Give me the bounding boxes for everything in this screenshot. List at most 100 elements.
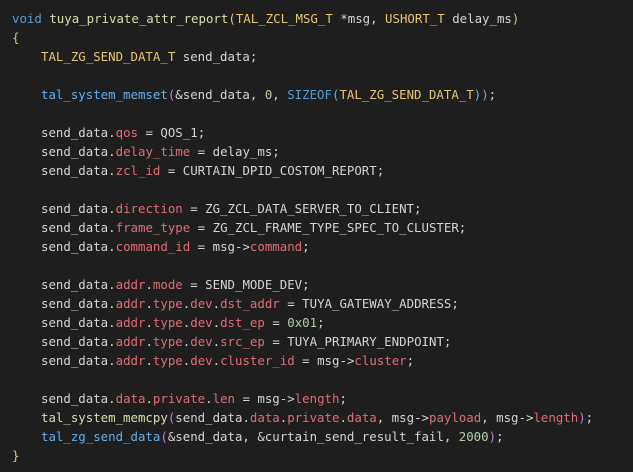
code-token: -> [279, 391, 295, 406]
code-token: delay_time [115, 144, 191, 159]
code-token: zcl_id [115, 163, 161, 178]
code-token: src_ep [220, 334, 265, 349]
code-token: ; [585, 410, 594, 425]
code-token: len [212, 391, 235, 406]
code-line: send_data.addr.type.dev.dst_addr = TUYA_… [12, 294, 633, 313]
code-token: . [108, 334, 116, 349]
code-token: . [108, 239, 116, 254]
code-token: . [108, 220, 116, 235]
code-token: . [108, 315, 116, 330]
code-token: . [145, 334, 153, 349]
code-token: type [152, 353, 183, 368]
code-token: mode [152, 277, 183, 292]
code-token: type [152, 296, 183, 311]
code-token: direction [115, 201, 183, 216]
code-token: . [108, 163, 116, 178]
code-token: ; [339, 391, 347, 406]
code-token: { [12, 30, 20, 45]
code-token: ; [317, 315, 325, 330]
code-token: = [138, 125, 161, 140]
code-token: tuya_private_attr_report [49, 11, 229, 26]
code-token: = [182, 277, 206, 292]
code-token: -> [518, 410, 534, 425]
code-token: &send_data, [175, 87, 265, 102]
code-token: ( [160, 429, 168, 444]
code-token: TAL_ZG_SEND_DATA_T [41, 49, 176, 64]
code-token: 2000 [458, 429, 489, 444]
code-token: send_data [41, 239, 109, 254]
code-token: payload [428, 410, 482, 425]
code-line: { [12, 28, 633, 47]
code-token: tal_system_memset [41, 87, 168, 102]
code-token: data [249, 410, 280, 425]
code-token: , [272, 87, 288, 102]
code-token: addr [115, 353, 146, 368]
code-token: send_data [41, 163, 109, 178]
code-editor[interactable]: void tuya_private_attr_report(TAL_ZCL_MS… [0, 0, 633, 472]
code-token: ) [511, 11, 520, 26]
code-token: = [190, 220, 213, 235]
code-token: , [376, 410, 392, 425]
code-token: dev [190, 315, 213, 330]
code-token: msg [212, 239, 235, 254]
code-token: data [346, 410, 377, 425]
code-token: QOS_1 [160, 125, 198, 140]
code-line: tal_zg_send_data(&send_data, &curtain_se… [12, 427, 633, 446]
code-token: TAL_ZG_SEND_DATA_T [339, 87, 474, 102]
code-token: = [264, 334, 288, 349]
code-line: send_data.direction = ZG_ZCL_DATA_SERVER… [12, 199, 633, 218]
code-token: send_data; [175, 49, 258, 64]
code-token: send_data [41, 334, 109, 349]
code-token: = [182, 201, 206, 216]
code-token: = [264, 315, 288, 330]
code-token: msg [317, 353, 340, 368]
code-token: send_data [41, 315, 109, 330]
code-token: ; [302, 277, 310, 292]
code-token: * [332, 11, 348, 26]
code-token: tal_system_memcpy [41, 410, 168, 425]
code-token: ; [197, 125, 206, 140]
code-token: frame_type [115, 220, 191, 235]
code-token: . [205, 391, 213, 406]
code-token: = [160, 163, 183, 178]
code-token: addr [115, 296, 146, 311]
code-token: . [212, 334, 221, 349]
code-token: tal_zg_send_data [41, 429, 161, 444]
code-token: ) [488, 429, 497, 444]
code-token: ( [228, 11, 236, 26]
code-line: tal_system_memset(&send_data, 0, SIZEOF(… [12, 85, 633, 104]
code-token: type [152, 315, 183, 330]
code-token: cluster [354, 353, 407, 368]
code-token: ; [496, 429, 504, 444]
code-token: TUYA_PRIMARY_ENDPOINT [287, 334, 444, 349]
code-token: ; [451, 296, 459, 311]
code-token: -> [414, 410, 429, 425]
code-token: ; [406, 353, 415, 368]
code-token: data [115, 391, 146, 406]
code-line: send_data.addr.type.dev.dst_ep = 0x01; [12, 313, 633, 332]
code-token: . [108, 125, 116, 140]
code-token: . [108, 201, 116, 216]
code-line: send_data.addr.mode = SEND_MODE_DEV; [12, 275, 633, 294]
code-token: send_data [41, 296, 109, 311]
code-token: = [190, 239, 213, 254]
code-token: dev [190, 296, 213, 311]
code-token: send_data [41, 201, 109, 216]
code-line: send_data.command_id = msg->command; [12, 237, 633, 256]
code-token: 0x01 [287, 315, 318, 330]
code-line: send_data.qos = QOS_1; [12, 123, 633, 142]
code-token: &send_data, &curtain_send_result_fail, [167, 429, 459, 444]
code-token: , [370, 11, 386, 26]
code-token: TAL_ZCL_MSG_T [235, 11, 333, 26]
code-token: , [481, 410, 497, 425]
code-token: . [108, 144, 116, 159]
code-token: send_data [175, 410, 243, 425]
code-token: = [235, 391, 258, 406]
code-token: . [145, 277, 153, 292]
code-token: } [12, 448, 20, 463]
code-token: length [294, 391, 340, 406]
